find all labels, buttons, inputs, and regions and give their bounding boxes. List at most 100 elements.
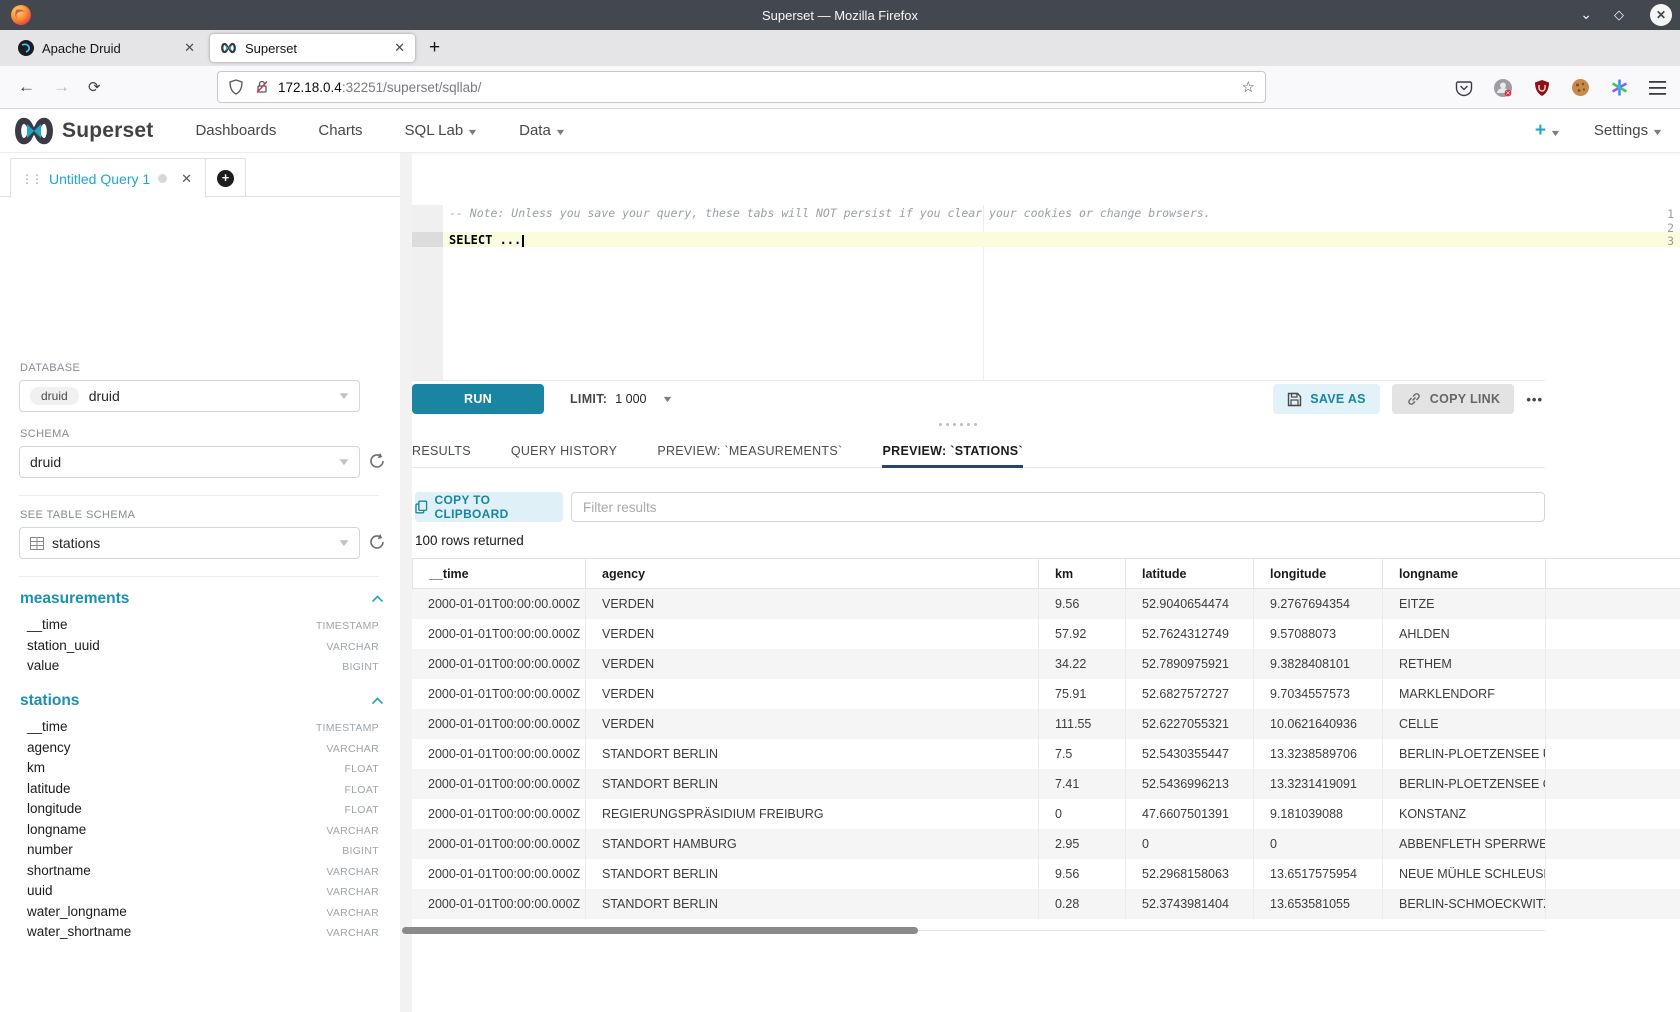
nav-data[interactable]: Data▼ bbox=[519, 122, 565, 139]
bookmark-star-icon[interactable]: ☆ bbox=[1242, 78, 1255, 96]
copy-link-button[interactable]: COPY LINK bbox=[1392, 384, 1515, 414]
hamburger-menu-icon[interactable] bbox=[1649, 81, 1666, 95]
table-cell: 2000-01-01T00:00:00.000Z bbox=[412, 769, 585, 799]
table-cell: 7.5 bbox=[1038, 739, 1125, 769]
schema-select[interactable]: druid ▼ bbox=[19, 446, 360, 478]
table-row[interactable]: 2000-01-01T00:00:00.000ZVERDEN9.5652.904… bbox=[412, 589, 1680, 619]
screen: Superset — Mozilla Firefox ⌄ ◇ ✕ Apache … bbox=[0, 0, 1680, 1012]
nav-charts[interactable]: Charts bbox=[318, 122, 362, 139]
chevron-up-icon[interactable] bbox=[371, 595, 384, 603]
table-header-longname[interactable]: longname bbox=[1382, 559, 1545, 588]
table-row[interactable]: 2000-01-01T00:00:00.000ZVERDEN75.9152.68… bbox=[412, 679, 1680, 709]
sql-comment-line: -- Note: Unless you save your query, the… bbox=[449, 206, 1211, 220]
table-select[interactable]: stations ▼ bbox=[19, 527, 360, 559]
forward-icon[interactable]: → bbox=[53, 77, 70, 97]
nav-sql-lab[interactable]: SQL Lab▼ bbox=[405, 122, 478, 139]
table-cell: 52.9040654474 bbox=[1125, 589, 1253, 619]
filter-results-input[interactable]: Filter results bbox=[571, 492, 1545, 522]
extension-asterisk-icon[interactable] bbox=[1610, 78, 1629, 97]
add-query-tab-button[interactable]: + bbox=[206, 158, 246, 197]
tab-close-icon[interactable]: ✕ bbox=[394, 40, 405, 56]
link-icon bbox=[1406, 391, 1422, 407]
tab-close-icon[interactable]: ✕ bbox=[184, 40, 195, 56]
limit-dropdown[interactable]: LIMIT: 1 000 ▼ bbox=[570, 392, 671, 406]
schema-section-stations[interactable]: stations bbox=[20, 692, 384, 710]
browser-tab-superset[interactable]: Superset ✕ bbox=[210, 34, 415, 62]
table-row[interactable]: 2000-01-01T00:00:00.000ZREGIERUNGSPRÄSID… bbox=[412, 799, 1680, 829]
table-row[interactable]: 2000-01-01T00:00:00.000ZSTANDORT BERLIN0… bbox=[412, 889, 1680, 919]
horizontal-scrollbar[interactable] bbox=[402, 927, 918, 934]
superset-logo-icon bbox=[12, 117, 56, 145]
back-icon[interactable]: ← bbox=[18, 77, 35, 97]
window-minimize-icon[interactable]: ⌄ bbox=[1580, 6, 1592, 23]
results-tab-query-history[interactable]: QUERY HISTORY bbox=[511, 436, 617, 467]
shield-icon[interactable] bbox=[228, 79, 244, 95]
column-name: shortname bbox=[27, 863, 91, 878]
table-header-latitude[interactable]: latitude bbox=[1125, 559, 1253, 588]
more-options-button[interactable]: ••• bbox=[1526, 392, 1545, 407]
table-cell: ABBENFLETH SPERRWERK bbox=[1382, 829, 1545, 859]
table-header-agency[interactable]: agency bbox=[585, 559, 1038, 588]
table-row[interactable]: 2000-01-01T00:00:00.000ZSTANDORT BERLIN7… bbox=[412, 769, 1680, 799]
table-cell-empty bbox=[1545, 859, 1680, 889]
table-header-longitude[interactable]: longitude bbox=[1253, 559, 1382, 588]
table-row[interactable]: 2000-01-01T00:00:00.000ZSTANDORT BERLIN7… bbox=[412, 739, 1680, 769]
browser-tab-apache-druid[interactable]: Apache Druid ✕ bbox=[8, 34, 205, 62]
panel-resize-grip[interactable] bbox=[930, 421, 986, 427]
column-name: km bbox=[27, 760, 45, 775]
column-name: __time bbox=[27, 617, 68, 632]
lock-insecure-icon[interactable] bbox=[254, 79, 270, 95]
refresh-table-icon[interactable] bbox=[367, 532, 387, 552]
drag-handle-icon[interactable]: ⋮⋮ bbox=[21, 172, 41, 186]
window-restore-icon[interactable]: ◇ bbox=[1614, 7, 1624, 23]
reload-icon[interactable]: ⟳ bbox=[88, 78, 101, 96]
copy-to-clipboard-button[interactable]: COPY TO CLIPBOARD bbox=[415, 492, 563, 522]
query-tab[interactable]: ⋮⋮ Untitled Query 1 ✕ bbox=[10, 158, 206, 198]
table-cell: 13.6517575954 bbox=[1253, 859, 1382, 889]
table-header-time[interactable]: __time bbox=[412, 559, 585, 588]
url-bar[interactable]: 172.18.0.4:32251/superset/sqllab/ ☆ bbox=[217, 71, 1266, 103]
nav-dashboards[interactable]: Dashboards bbox=[195, 122, 276, 139]
chevron-up-icon[interactable] bbox=[371, 697, 384, 705]
superset-favicon-icon bbox=[220, 42, 237, 54]
column-type: TIMESTAMP bbox=[316, 722, 379, 734]
table-row[interactable]: 2000-01-01T00:00:00.000ZSTANDORT HAMBURG… bbox=[412, 829, 1680, 859]
table-header-km[interactable]: km bbox=[1038, 559, 1125, 588]
settings-menu[interactable]: Settings▼ bbox=[1594, 122, 1662, 139]
results-tab-preview-measurements[interactable]: PREVIEW: `MEASUREMENTS` bbox=[657, 436, 842, 467]
superset-logo[interactable]: Superset bbox=[12, 117, 153, 145]
add-new-button[interactable]: +▼ bbox=[1535, 120, 1560, 142]
schema-column-row: latitudeFLOAT bbox=[27, 781, 379, 796]
table-header-empty bbox=[1545, 559, 1680, 588]
database-select[interactable]: druid druid ▼ bbox=[19, 380, 360, 412]
browser-tabstrip: Apache Druid ✕ Superset ✕ + bbox=[0, 30, 1680, 66]
table-row[interactable]: 2000-01-01T00:00:00.000ZVERDEN34.2252.78… bbox=[412, 649, 1680, 679]
schema-section-measurements[interactable]: measurements bbox=[20, 590, 384, 608]
column-name: water_longname bbox=[27, 904, 127, 919]
save-as-button[interactable]: SAVE AS bbox=[1273, 384, 1380, 414]
column-type: TIMESTAMP bbox=[316, 620, 379, 632]
results-tab-results[interactable]: RESULTS bbox=[412, 436, 471, 467]
pocket-icon[interactable] bbox=[1455, 79, 1473, 97]
panel-divider[interactable] bbox=[400, 153, 412, 1012]
schema-column-row: agencyVARCHAR bbox=[27, 740, 379, 755]
table-cell: 9.2767694354 bbox=[1253, 589, 1382, 619]
limit-value: 1 000 bbox=[615, 392, 646, 406]
table-row[interactable]: 2000-01-01T00:00:00.000ZVERDEN111.5552.6… bbox=[412, 709, 1680, 739]
table-cell-empty bbox=[1545, 799, 1680, 829]
table-row[interactable]: 2000-01-01T00:00:00.000ZSTANDORT BERLIN9… bbox=[412, 859, 1680, 889]
run-button[interactable]: RUN bbox=[412, 384, 544, 414]
window-close-icon[interactable]: ✕ bbox=[1650, 4, 1672, 26]
query-tab-close-icon[interactable]: ✕ bbox=[181, 171, 192, 187]
sql-editor[interactable]: 123 -- Note: Unless you save your query,… bbox=[412, 205, 1680, 380]
druid-favicon-icon bbox=[18, 40, 34, 56]
table-row[interactable]: 2000-01-01T00:00:00.000ZVERDEN57.9252.76… bbox=[412, 619, 1680, 649]
new-tab-button[interactable]: + bbox=[429, 37, 440, 59]
table-cell: 34.22 bbox=[1038, 649, 1125, 679]
results-tab-preview-stations[interactable]: PREVIEW: `STATIONS` bbox=[882, 436, 1022, 467]
refresh-schema-icon[interactable] bbox=[367, 451, 387, 471]
account-icon[interactable]: ✕ bbox=[1493, 78, 1513, 98]
ublock-icon[interactable] bbox=[1533, 79, 1551, 97]
cookie-icon[interactable] bbox=[1571, 78, 1590, 97]
table-cell: 9.56 bbox=[1038, 859, 1125, 889]
